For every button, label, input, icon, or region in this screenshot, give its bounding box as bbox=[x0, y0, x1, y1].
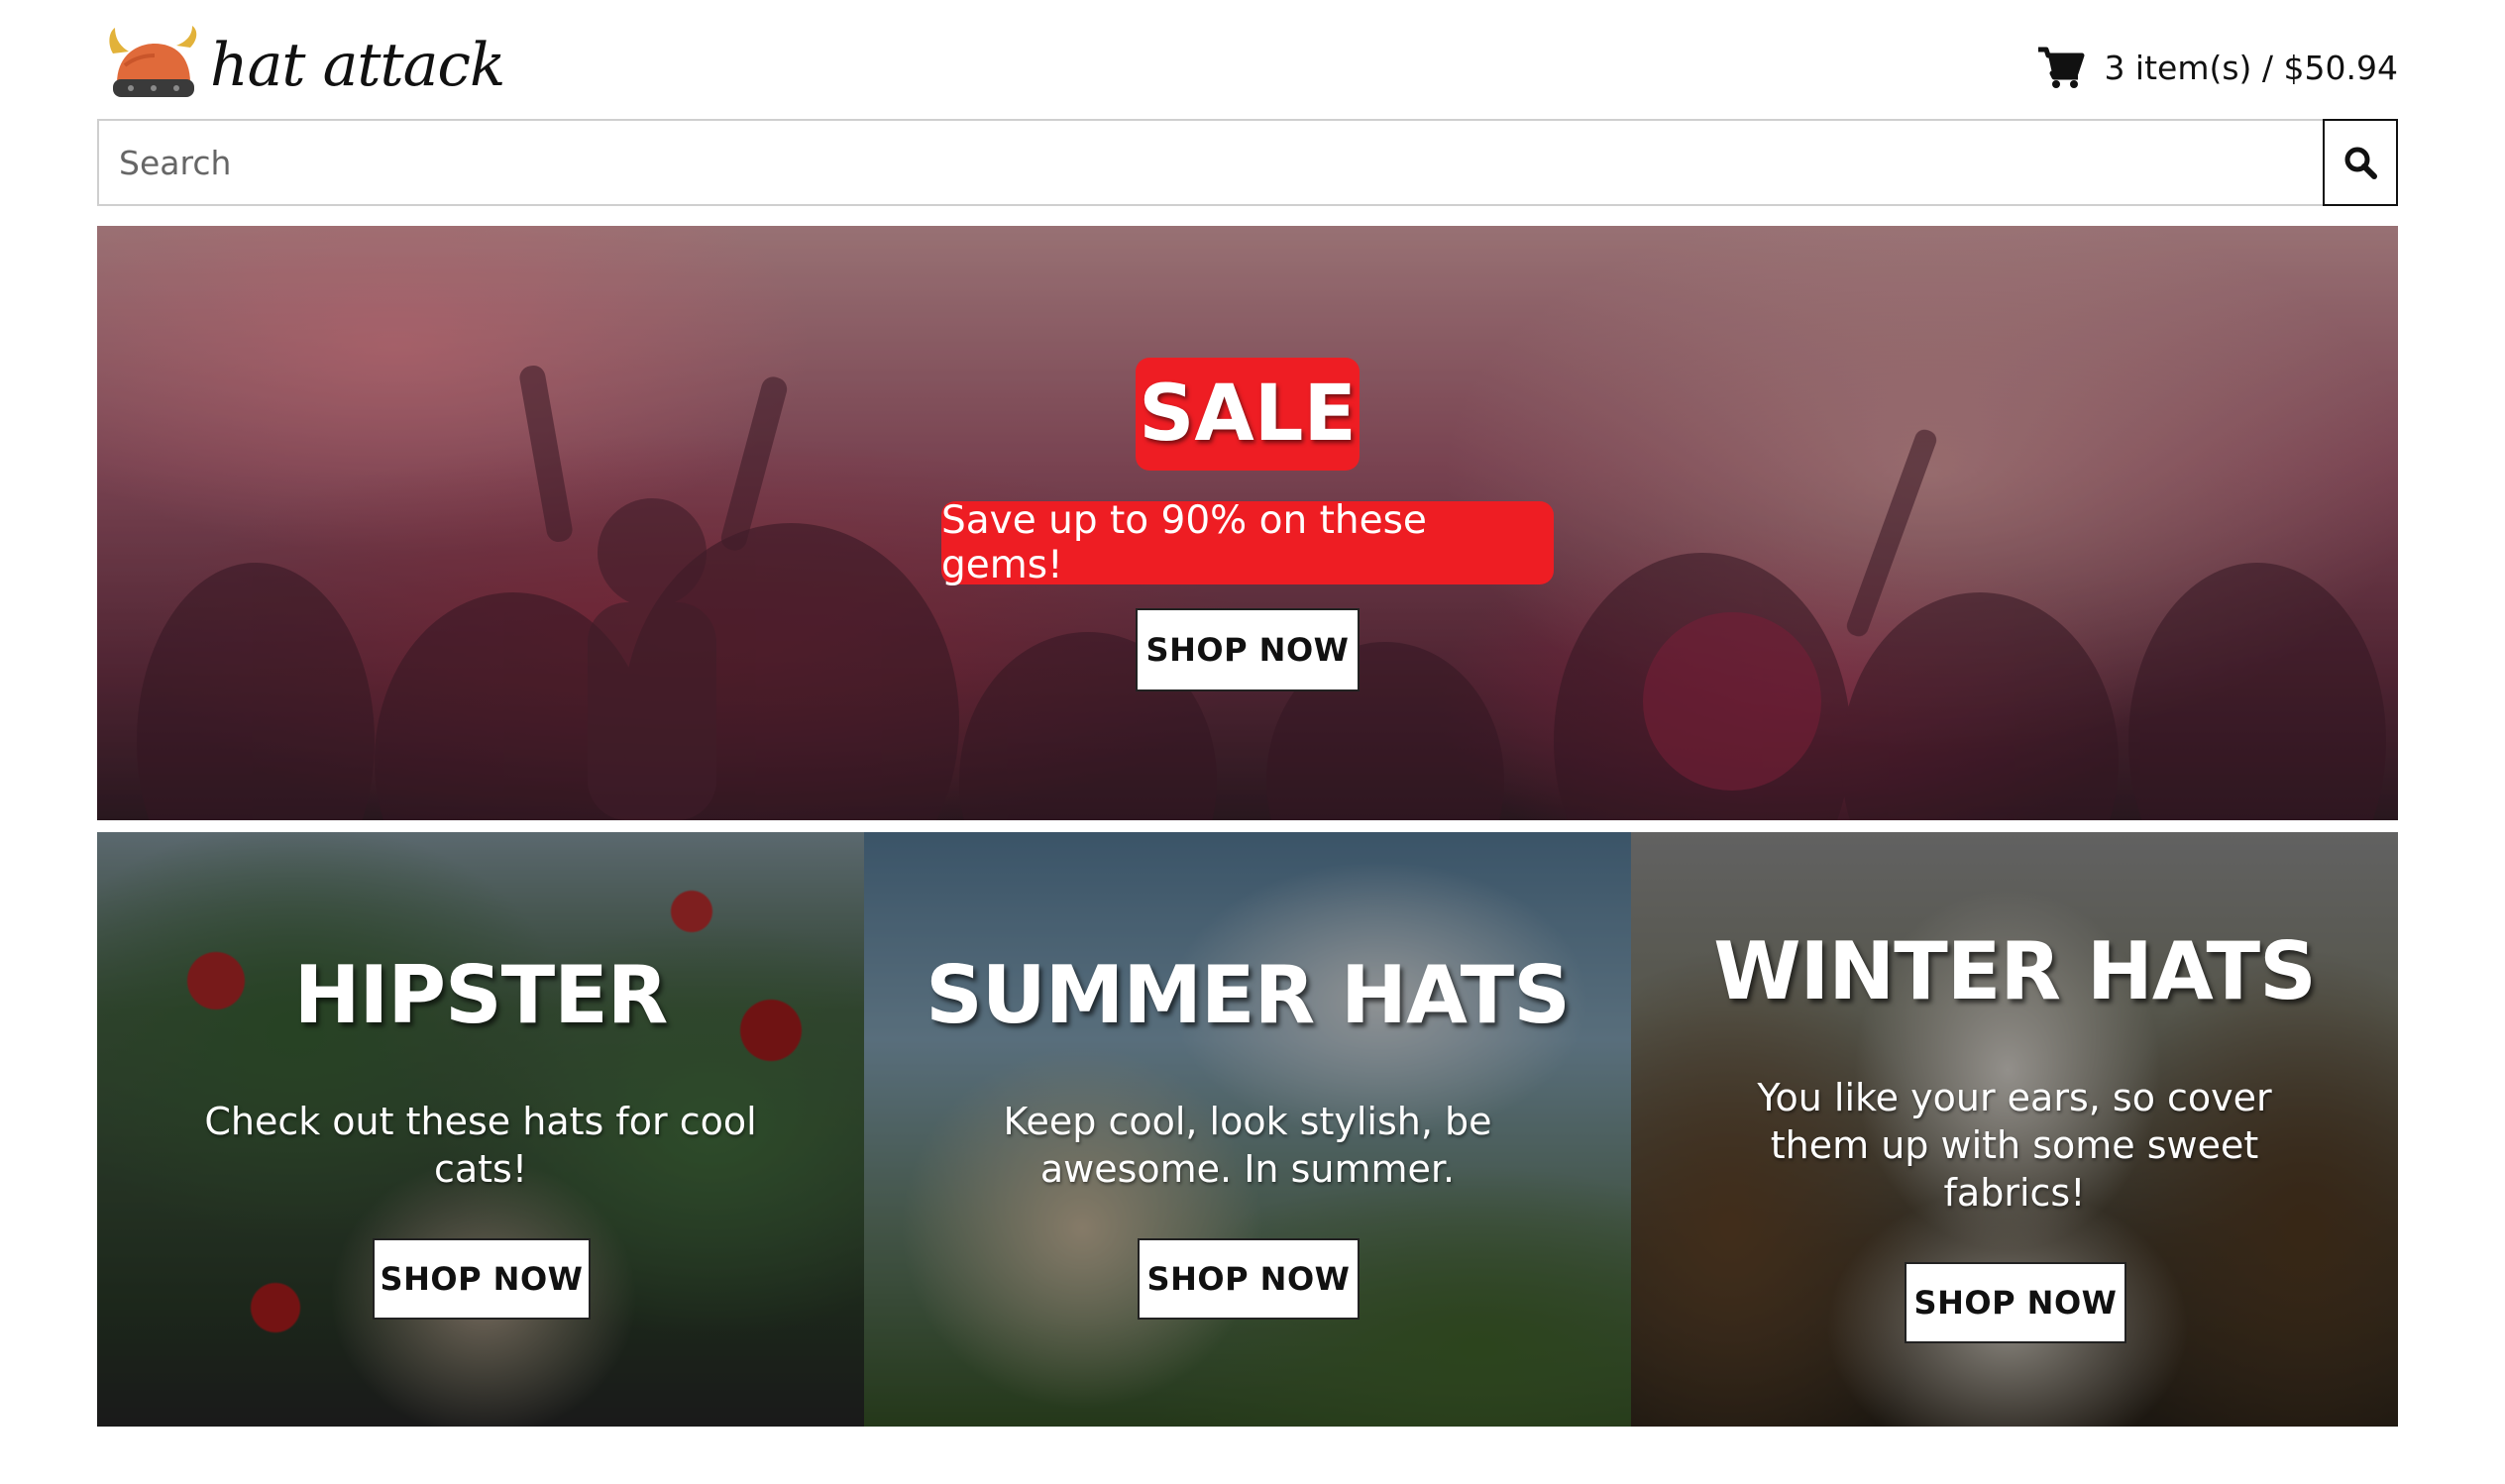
sale-hero-banner: SALE Save up to 90% on these gems! SHOP … bbox=[97, 226, 2398, 820]
sale-badge: SALE bbox=[1136, 358, 1360, 471]
cart-summary-text: 3 item(s) / $50.94 bbox=[2104, 48, 2398, 87]
category-tiles: HIPSTER Check out these hats for cool ca… bbox=[97, 832, 2398, 1427]
category-tile-hipster[interactable]: HIPSTER Check out these hats for cool ca… bbox=[97, 832, 864, 1427]
sale-subtitle: Save up to 90% on these gems! bbox=[941, 498, 1554, 587]
category-tile-winter-hats[interactable]: WINTER HATS You like your ears, so cover… bbox=[1631, 832, 2398, 1427]
search-button[interactable] bbox=[2323, 119, 2398, 206]
category-title: WINTER HATS bbox=[1713, 925, 2316, 1017]
category-description: Check out these hats for cool cats! bbox=[204, 1100, 757, 1191]
viking-helmet-icon bbox=[105, 26, 200, 105]
cart-summary-link[interactable]: 3 item(s) / $50.94 bbox=[2036, 44, 2398, 91]
search-input[interactable] bbox=[99, 121, 2323, 204]
summer-shop-now-button[interactable]: SHOP NOW bbox=[1138, 1238, 1360, 1320]
category-tile-summer-hats[interactable]: SUMMER HATS Keep cool, look stylish, be … bbox=[864, 832, 1631, 1427]
category-description: You like your ears, so cover them up wit… bbox=[1757, 1076, 2272, 1215]
hero-shop-now-button[interactable]: SHOP NOW bbox=[1136, 608, 1360, 691]
hipster-shop-now-button[interactable]: SHOP NOW bbox=[373, 1238, 591, 1320]
site-logo[interactable]: hat attack bbox=[105, 26, 505, 105]
magnifier-icon bbox=[2344, 147, 2377, 179]
winter-shop-now-button[interactable]: SHOP NOW bbox=[1905, 1262, 2126, 1343]
category-description: Keep cool, look stylish, be awesome. In … bbox=[1003, 1100, 1492, 1191]
search-bar bbox=[97, 119, 2398, 206]
category-title: HIPSTER bbox=[293, 949, 669, 1041]
logo-text: hat attack bbox=[210, 31, 505, 100]
shopping-cart-icon bbox=[2038, 47, 2085, 88]
category-title: SUMMER HATS bbox=[926, 949, 1571, 1041]
